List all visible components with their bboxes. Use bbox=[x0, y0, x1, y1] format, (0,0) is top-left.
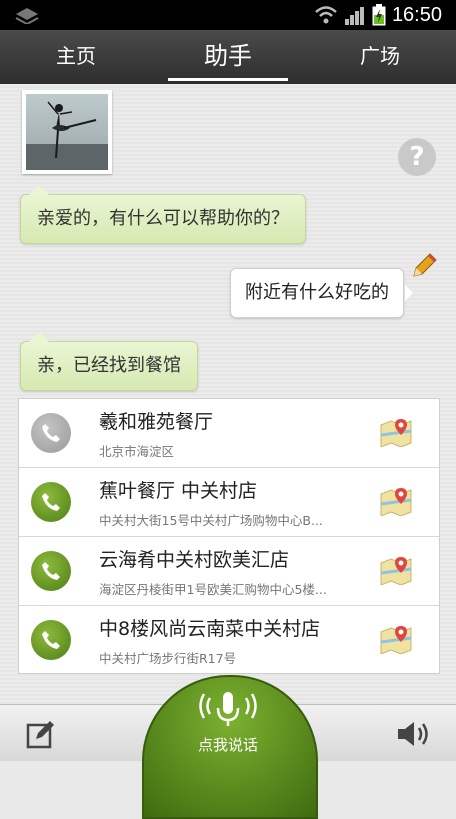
map-icon[interactable] bbox=[379, 555, 413, 585]
assistant-message-found: 亲，已经找到餐馆 bbox=[20, 332, 198, 391]
pencil-icon[interactable] bbox=[410, 252, 438, 280]
assistant-message-greeting: 亲爱的，有什么可以帮助你的？ bbox=[20, 185, 306, 244]
restaurant-name: 羲和雅苑餐厅 bbox=[99, 411, 214, 433]
tab-assistant[interactable]: 助手 bbox=[152, 30, 304, 84]
message-text: 亲爱的，有什么可以帮助你的？ bbox=[37, 208, 289, 229]
restaurant-address: 海淀区丹棱街甲1号欧美汇购物中心5楼... bbox=[99, 582, 327, 597]
speak-button-label: 点我说话 bbox=[197, 736, 258, 754]
restaurant-name: 云海肴中关村欧美汇店 bbox=[99, 549, 290, 571]
app-notification-icon bbox=[15, 8, 39, 24]
status-bar: 16:50 bbox=[0, 0, 456, 30]
restaurant-row[interactable]: 蕉叶餐厅 中关村店 中关村大街15号中关村广场购物中心B... bbox=[19, 468, 439, 537]
help-button[interactable]: ? bbox=[398, 138, 436, 176]
phone-call-icon[interactable] bbox=[31, 551, 71, 591]
chat-area: ? 亲爱的，有什么可以帮助你的？ 附近有什么好吃的 亲，已经找到餐馆 羲和雅苑餐… bbox=[0, 84, 456, 704]
status-time: 16:50 bbox=[391, 3, 442, 26]
wifi-icon bbox=[315, 6, 337, 24]
assistant-avatar bbox=[22, 90, 112, 174]
message-text: 附近有什么好吃的 bbox=[245, 282, 389, 303]
message-text: 亲，已经找到餐馆 bbox=[37, 355, 181, 376]
restaurant-row[interactable]: 云海肴中关村欧美汇店 海淀区丹棱街甲1号欧美汇购物中心5楼... bbox=[19, 537, 439, 606]
phone-call-icon[interactable] bbox=[31, 620, 71, 660]
restaurant-row[interactable]: 羲和雅苑餐厅 北京市海淀区 bbox=[19, 399, 439, 468]
map-icon[interactable] bbox=[379, 486, 413, 516]
user-message[interactable]: 附近有什么好吃的 bbox=[230, 268, 413, 318]
battery-charging-icon bbox=[372, 4, 386, 26]
tab-home[interactable]: 主页 bbox=[0, 30, 152, 84]
signal-icon bbox=[344, 7, 364, 25]
active-tab-indicator bbox=[168, 78, 288, 81]
restaurant-name: 蕉叶餐厅 中关村店 bbox=[99, 480, 258, 502]
restaurant-address: 中关村大街15号中关村广场购物中心B... bbox=[99, 513, 323, 528]
restaurant-address: 中关村广场步行街R17号 bbox=[99, 651, 237, 666]
edit-icon[interactable] bbox=[26, 719, 56, 749]
phone-call-icon[interactable] bbox=[31, 482, 71, 522]
map-icon[interactable] bbox=[379, 624, 413, 654]
tab-bar: 主页 助手 广场 bbox=[0, 30, 456, 84]
ballerina-image bbox=[26, 94, 108, 170]
map-icon[interactable] bbox=[379, 417, 413, 447]
restaurant-name: 中8楼风尚云南菜中关村店 bbox=[99, 618, 321, 640]
microphone-icon bbox=[199, 692, 257, 726]
restaurant-list: 羲和雅苑餐厅 北京市海淀区 蕉叶餐厅 中关村店 中关村大街15号中关村广场购物中… bbox=[18, 398, 440, 674]
tab-square[interactable]: 广场 bbox=[304, 30, 456, 84]
restaurant-address: 北京市海淀区 bbox=[99, 444, 175, 459]
restaurant-row[interactable]: 中8楼风尚云南菜中关村店 中关村广场步行街R17号 bbox=[19, 606, 439, 674]
speaker-icon[interactable] bbox=[396, 719, 434, 749]
phone-call-icon[interactable] bbox=[31, 413, 71, 453]
